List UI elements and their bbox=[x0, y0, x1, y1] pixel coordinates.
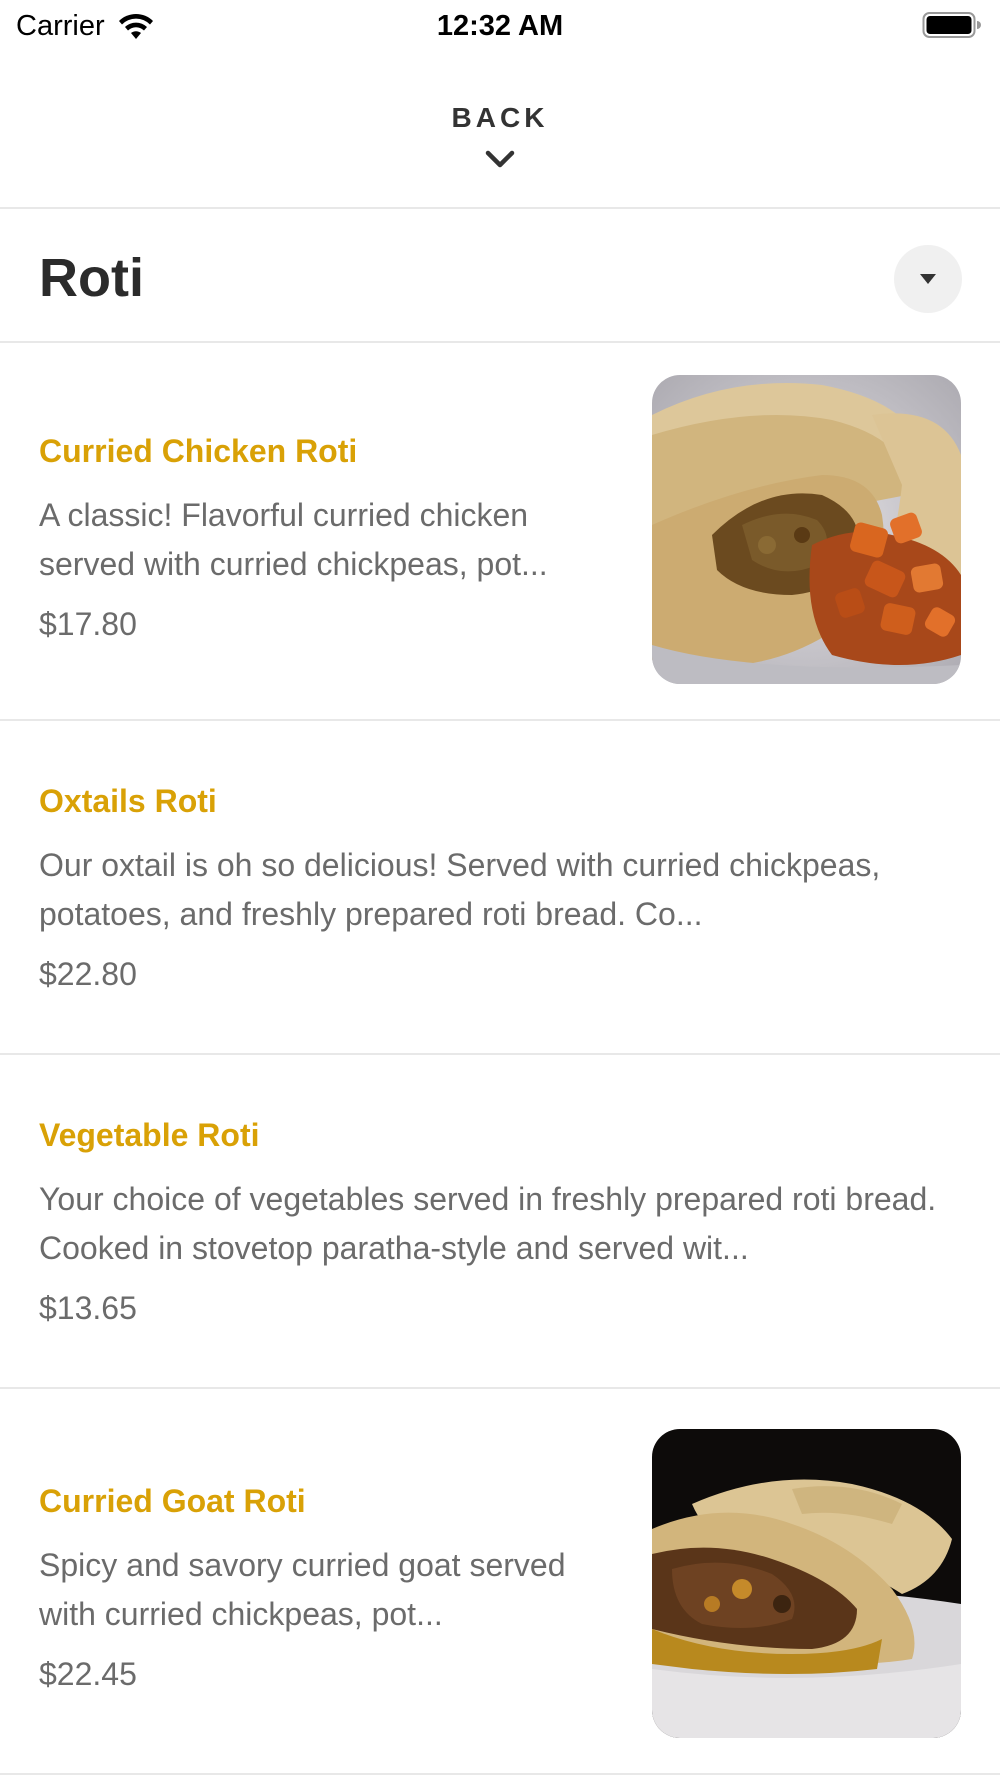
status-time: 12:32 AM bbox=[436, 10, 564, 42]
menu-screen: Carrier 12:32 AM BACK Roti Curried Chick… bbox=[0, 0, 1000, 1778]
battery-icon bbox=[922, 12, 981, 38]
item-name: Curried Goat Roti bbox=[39, 1483, 306, 1519]
item-price: $13.65 bbox=[39, 1290, 137, 1326]
category-title: Roti bbox=[39, 248, 144, 308]
back-label: BACK bbox=[451, 102, 549, 133]
menu-item[interactable]: Oxtails Roti Our oxtail is oh so delicio… bbox=[0, 721, 1000, 1055]
item-name: Oxtails Roti bbox=[39, 783, 217, 819]
item-description: Spicy and savory curried goat served wit… bbox=[39, 1547, 566, 1632]
status-bar: Carrier 12:32 AM bbox=[0, 0, 1000, 52]
item-photo bbox=[652, 375, 961, 684]
back-button[interactable]: BACK bbox=[0, 52, 1000, 209]
item-price: $17.80 bbox=[39, 606, 137, 642]
item-name: Vegetable Roti bbox=[39, 1117, 260, 1153]
item-photo bbox=[652, 1429, 961, 1738]
item-description: A classic! Flavorful curried chicken ser… bbox=[39, 497, 548, 582]
item-name: Curried Chicken Roti bbox=[39, 433, 358, 469]
item-price: $22.80 bbox=[39, 956, 137, 992]
menu-item[interactable]: Curried Chicken Roti A classic! Flavorfu… bbox=[0, 343, 1000, 721]
item-price: $22.45 bbox=[39, 1656, 137, 1692]
menu-item[interactable]: Vegetable Roti Your choice of vegetables… bbox=[0, 1055, 1000, 1389]
category-header: Roti bbox=[0, 209, 1000, 343]
item-description: Your choice of vegetables served in fres… bbox=[39, 1181, 937, 1266]
item-description: Our oxtail is oh so delicious! Served wi… bbox=[39, 847, 881, 932]
category-collapse-button[interactable] bbox=[894, 245, 962, 313]
caret-down-icon bbox=[920, 274, 936, 284]
chevron-down-icon bbox=[485, 150, 515, 168]
menu-item[interactable]: Curried Goat Roti Spicy and savory curri… bbox=[0, 1389, 1000, 1775]
